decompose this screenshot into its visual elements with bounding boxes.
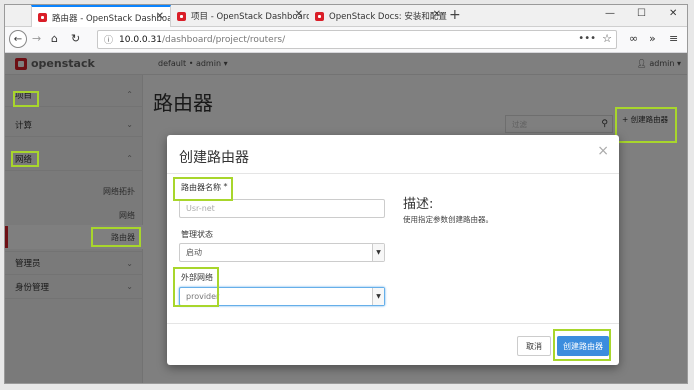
dashboard-page: openstack default • admin ▾ 👤︎ admin ▾ 项… <box>5 53 687 383</box>
highlight-box <box>91 227 141 247</box>
hamburger-menu-icon[interactable]: ≡ <box>669 32 678 45</box>
back-arrow-icon[interactable]: ← <box>9 30 27 48</box>
tab-title: OpenStack Docs: 安装和配置 <box>329 12 447 22</box>
page-actions-icon[interactable]: ••• <box>578 33 596 44</box>
browser-window: 路由器 - OpenStack Dashboa ✕ 项目 - OpenStack… <box>4 4 688 384</box>
url-bar[interactable]: ⓘ 10.0.0.31/dashboard/project/routers/ •… <box>97 30 617 49</box>
openstack-favicon-icon <box>38 13 47 22</box>
description-text: 使用指定参数创建路由器。 <box>403 215 493 224</box>
highlight-box <box>173 267 219 307</box>
url-host: 10.0.0.31 <box>119 34 162 45</box>
tab-close-icon[interactable]: ✕ <box>156 11 164 22</box>
admin-state-select[interactable]: 启动 ▼ <box>179 243 385 262</box>
tab-strip: 路由器 - OpenStack Dashboa ✕ 项目 - OpenStack… <box>5 5 687 28</box>
divider <box>167 173 619 174</box>
chevron-down-icon: ▼ <box>372 244 384 261</box>
openstack-docs-favicon-icon <box>315 11 324 21</box>
create-router-dialog: 创建路由器 × 路由器名称 * Usr-net 管理状态 启动 ▼ 外部网络 p… <box>167 135 619 365</box>
new-tab-button[interactable]: + <box>449 7 461 23</box>
url-path: /dashboard/project/routers/ <box>161 34 286 45</box>
tab-project[interactable]: 项目 - OpenStack Dashboard ✕ <box>171 5 309 27</box>
site-info-icon[interactable]: ⓘ <box>104 33 113 46</box>
cancel-button[interactable]: 取消 <box>517 336 551 356</box>
highlight-box <box>173 177 233 201</box>
dialog-title: 创建路由器 <box>179 150 249 166</box>
router-name-input[interactable]: Usr-net <box>179 199 385 218</box>
admin-state-label: 管理状态 <box>181 230 213 239</box>
tab-close-icon[interactable]: ✕ <box>433 9 441 20</box>
admin-state-value: 启动 <box>186 248 202 257</box>
bookmark-star-icon[interactable]: ☆ <box>602 32 612 45</box>
openstack-favicon-icon <box>177 11 186 21</box>
forward-arrow-icon[interactable]: → <box>32 32 41 45</box>
divider <box>167 323 619 324</box>
minimize-button[interactable]: — <box>605 8 615 19</box>
highlight-box <box>615 107 677 143</box>
tab-close-icon[interactable]: ✕ <box>295 9 303 20</box>
tab-routers[interactable]: 路由器 - OpenStack Dashboa ✕ <box>31 5 171 28</box>
mask-icon[interactable]: ∞ <box>629 32 638 45</box>
tab-title: 路由器 - OpenStack Dashboa <box>52 13 170 24</box>
highlight-box <box>13 91 39 107</box>
close-icon[interactable]: × <box>597 143 609 159</box>
description-title: 描述: <box>403 197 434 212</box>
highlight-box <box>11 151 39 167</box>
maximize-button[interactable]: ☐ <box>637 8 646 19</box>
overflow-chevron-icon[interactable]: » <box>649 32 656 45</box>
chevron-down-icon: ▼ <box>372 288 384 305</box>
home-icon[interactable]: ⌂ <box>51 32 58 45</box>
reload-icon[interactable]: ↻ <box>71 32 80 45</box>
navigation-bar: ← → ⌂ ↻ ⓘ 10.0.0.31/dashboard/project/ro… <box>5 27 687 53</box>
router-name-value: Usr-net <box>186 204 215 213</box>
tab-docs[interactable]: OpenStack Docs: 安装和配置 ✕ <box>309 5 447 27</box>
tab-title: 项目 - OpenStack Dashboard <box>191 12 309 22</box>
close-window-button[interactable]: ✕ <box>669 8 677 19</box>
highlight-box <box>553 329 611 361</box>
